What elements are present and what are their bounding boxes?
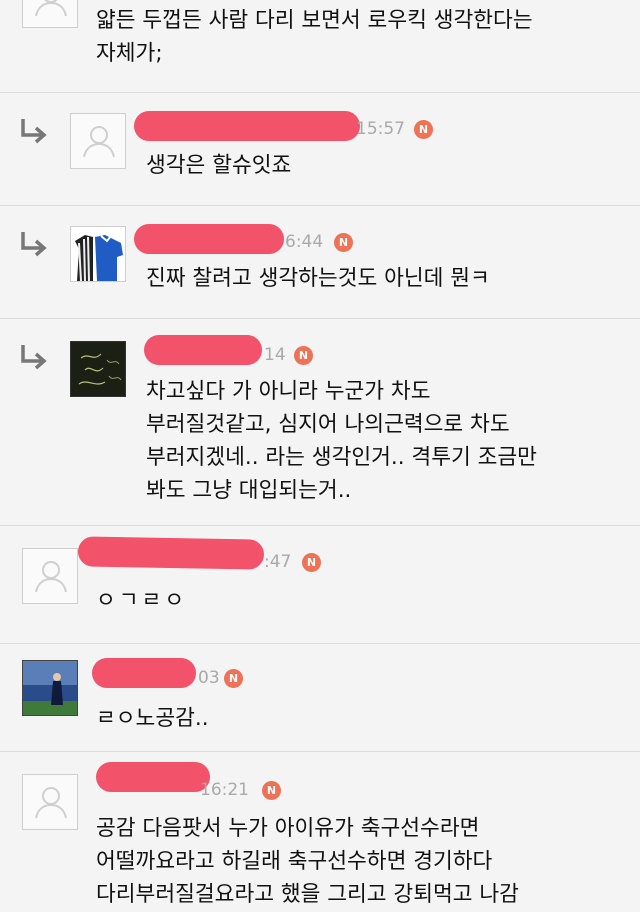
artwork-avatar-image (78, 353, 122, 385)
new-badge: N (294, 346, 313, 365)
comment-text: 공감 다음팟서 누가 아이유가 축구선수라면 어떨까요라고 하길래 축구선수하면… (96, 816, 519, 907)
default-user-icon (83, 126, 115, 158)
redacted-username (134, 224, 284, 254)
reply-arrow-icon (21, 119, 47, 144)
redacted-username (77, 536, 265, 570)
comment-time: :47 (264, 552, 292, 572)
comment-time: 16:21 (200, 780, 249, 800)
new-badge: N (262, 781, 281, 800)
default-user-icon (35, 787, 67, 819)
comment-item: 얇든 두껍든 사람 다리 보면서 로우킥 생각한다는 자체가; (0, 0, 640, 92)
avatar[interactable] (22, 774, 78, 830)
new-badge: N (302, 553, 321, 572)
comment-item: :47 N ㅇㄱㄹㅇ (0, 525, 640, 644)
avatar[interactable] (22, 0, 78, 28)
comment-time: 6:44 (285, 232, 324, 252)
avatar-dark[interactable] (70, 341, 126, 397)
comment-item: 16:21 N 공감 다음팟서 누가 아이유가 축구선수라면 어떨까요라고 하길… (0, 751, 640, 912)
new-badge: N (414, 120, 433, 139)
jersey-avatar-image (75, 235, 123, 281)
default-user-icon (35, 0, 67, 17)
redacted-username (134, 111, 360, 141)
avatar-jersey[interactable] (70, 226, 126, 282)
redacted-username (96, 762, 210, 792)
comment-time: 14 (264, 345, 286, 365)
comment-text: 얇든 두껍든 사람 다리 보면서 로우킥 생각한다는 자체가; (96, 8, 533, 66)
avatar[interactable] (70, 113, 126, 169)
comment-text: 생각은 할슈잇죠 (146, 153, 292, 178)
reply-arrow-icon (21, 232, 47, 257)
comment-time: 03 (198, 668, 220, 688)
comment-item: 6:44 N 진짜 찰려고 생각하는것도 아닌데 뭔ㅋ (0, 205, 640, 319)
stadium-avatar-image (23, 661, 77, 715)
comment-text: ㅇㄱㄹㅇ (96, 588, 188, 613)
comment-item: 14 N 차고싶다 가 아니라 누군가 차도 부러질것같고, 심지어 나의근력으… (0, 318, 640, 526)
redacted-username (92, 658, 196, 688)
comment-text: 진짜 찰려고 생각하는것도 아닌데 뭔ㅋ (146, 266, 490, 291)
avatar[interactable] (22, 548, 78, 604)
comment-time: 15:57 (356, 119, 405, 139)
comment-item: 15:57 N 생각은 할슈잇죠 (0, 92, 640, 206)
default-user-icon (35, 561, 67, 593)
comment-text: 차고싶다 가 아니라 누군가 차도 부러질것같고, 심지어 나의근력으로 차도 … (146, 379, 537, 503)
reply-arrow-icon (21, 345, 47, 370)
comment-text: ㄹㅇ노공감.. (96, 706, 209, 731)
new-badge: N (224, 669, 243, 688)
redacted-username (144, 335, 262, 365)
avatar-stadium[interactable] (22, 660, 78, 716)
comment-item: 03 N ㄹㅇ노공감.. (0, 643, 640, 752)
new-badge: N (334, 233, 353, 252)
